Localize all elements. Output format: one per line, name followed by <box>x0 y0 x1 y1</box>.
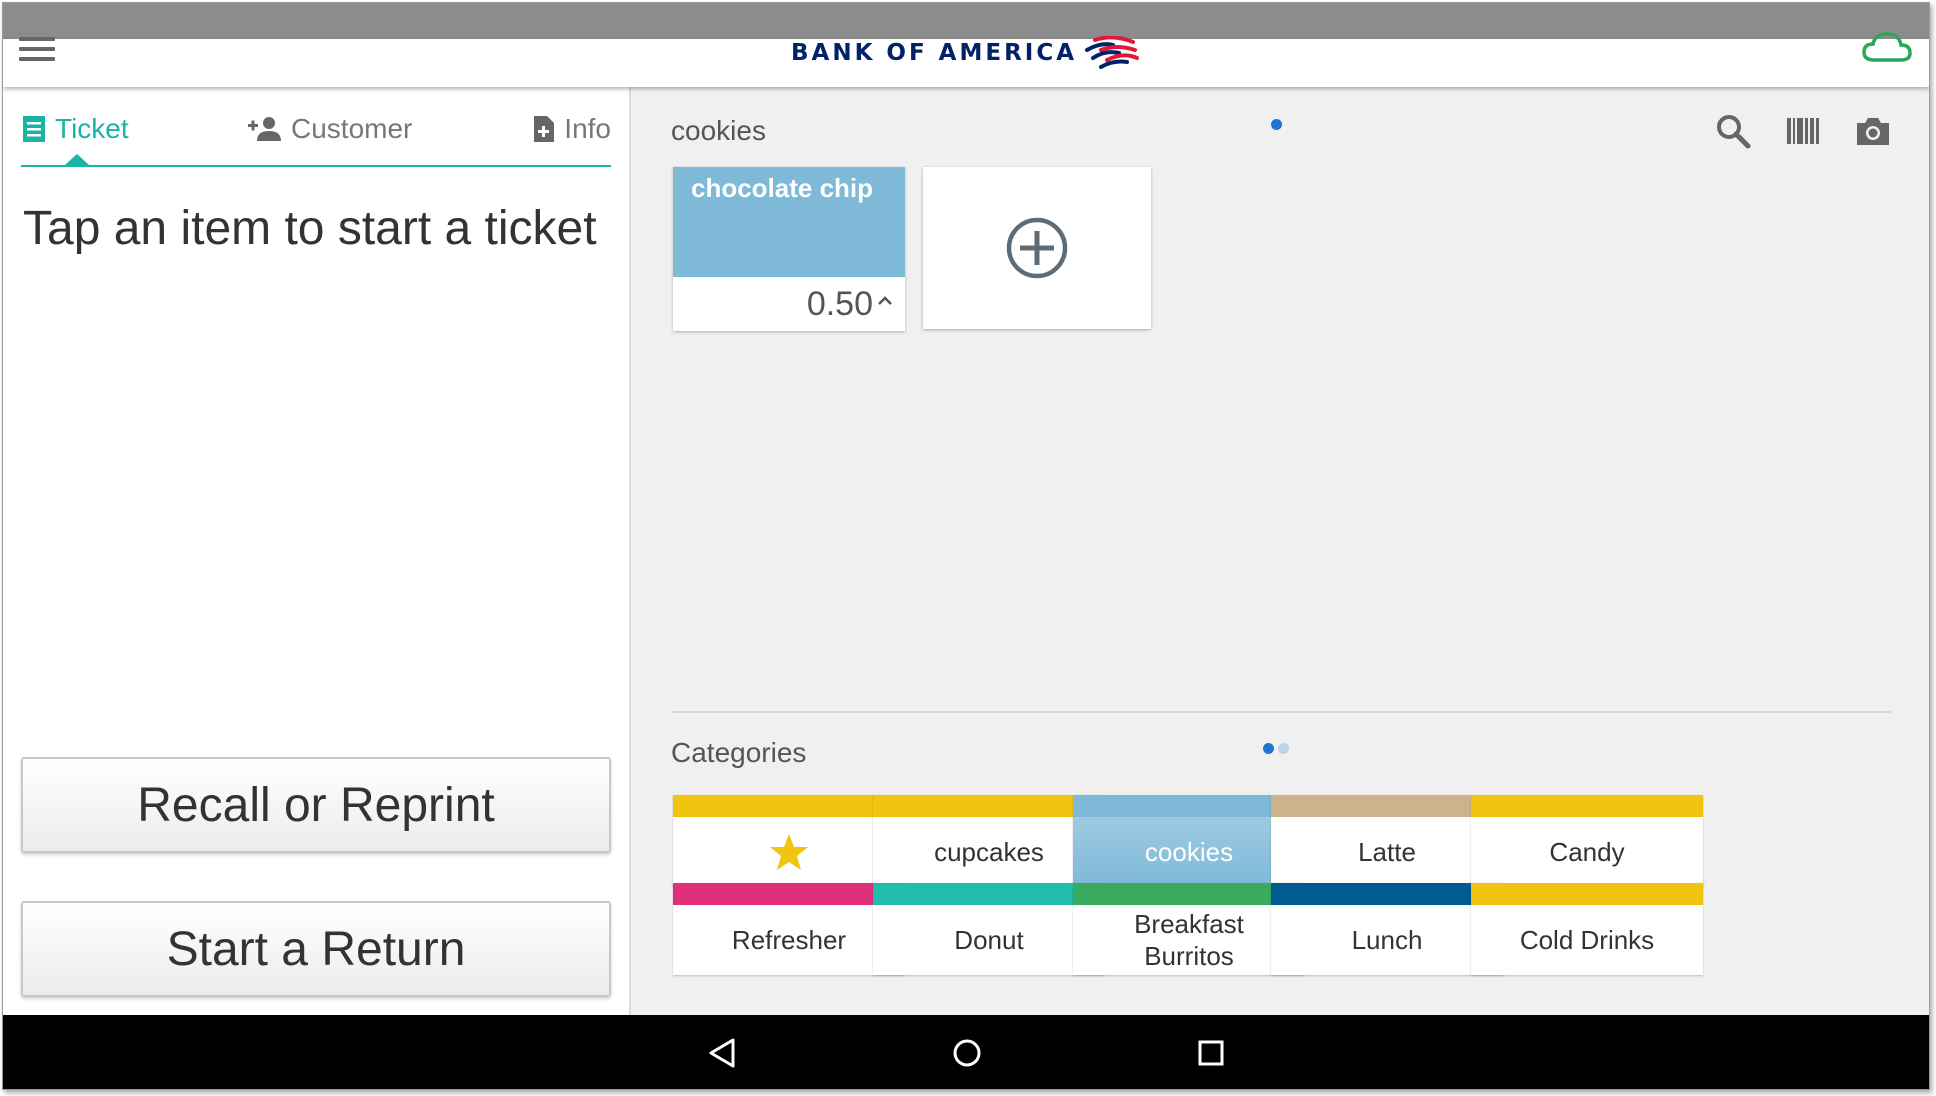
category-label: cupcakes <box>934 837 1044 867</box>
item-group-title: cookies <box>671 115 766 146</box>
tab-ticket-label: Ticket <box>55 113 129 144</box>
category-color-bar <box>1271 883 1503 905</box>
category-tile[interactable]: Candy <box>1471 795 1703 887</box>
tab-customer-label: Customer <box>291 113 413 144</box>
bank-logo: BANK OF AMERICA <box>791 33 1140 73</box>
section-divider <box>671 711 1891 713</box>
receipt-icon <box>21 114 47 144</box>
ticket-panel: Ticket Customer Info Tap an item to star… <box>3 87 631 1015</box>
item-price: 0.50 <box>806 284 873 323</box>
device-screen: BANK OF AMERICA Ticket Customer Info Tap… <box>2 2 1930 1090</box>
category-label: Latte <box>1358 837 1416 867</box>
category-color-bar <box>1471 883 1703 905</box>
category-tile[interactable]: Refresher <box>673 883 905 975</box>
tab-info[interactable]: Info <box>532 107 611 151</box>
tab-customer[interactable]: Customer <box>247 107 412 151</box>
item-tile[interactable]: chocolate chip 0.50 <box>673 167 905 331</box>
page-dot-active <box>1271 119 1282 130</box>
category-color-bar <box>1471 795 1703 817</box>
category-color-bar <box>873 883 1105 905</box>
category-color-bar <box>873 795 1105 817</box>
star-icon <box>673 817 905 887</box>
cloud-sync-icon[interactable] <box>1861 27 1913 67</box>
item-name: chocolate chip <box>691 173 874 203</box>
category-tile[interactable]: Cold Drinks <box>1471 883 1703 975</box>
back-icon[interactable] <box>703 1033 743 1073</box>
note-add-icon <box>532 114 556 144</box>
search-icon[interactable] <box>1713 111 1753 151</box>
item-color-header: chocolate chip <box>673 167 905 277</box>
catalog-panel: cookies chocolate chip 0.50 Categories c… <box>633 87 1929 1015</box>
item-price-row: 0.50 <box>673 277 905 331</box>
bank-logo-text: BANK OF AMERICA <box>791 40 1078 66</box>
home-icon[interactable] <box>947 1033 987 1073</box>
category-tile[interactable]: Donut <box>873 883 1105 975</box>
page-dot-active <box>1263 743 1274 754</box>
categories-page-indicator <box>1263 743 1289 754</box>
categories-title: Categories <box>671 737 807 768</box>
android-nav-bar <box>3 1015 1929 1089</box>
category-color-bar <box>673 795 905 817</box>
category-label: Donut <box>954 925 1024 955</box>
category-label: Candy <box>1549 837 1625 867</box>
category-label: Cold Drinks <box>1519 925 1655 955</box>
category-color-bar <box>673 883 905 905</box>
tab-indicator <box>65 154 89 165</box>
start-return-button[interactable]: Start a Return <box>21 901 611 997</box>
category-label: Refresher <box>731 925 847 955</box>
category-tile[interactable]: Lunch <box>1271 883 1503 975</box>
person-add-icon <box>247 115 283 143</box>
tab-ticket[interactable]: Ticket <box>21 107 129 151</box>
ticket-tabs: Ticket Customer Info <box>21 107 611 167</box>
recall-reprint-button[interactable]: Recall or Reprint <box>21 757 611 853</box>
category-color-bar <box>1271 795 1503 817</box>
ticket-empty-hint: Tap an item to start a ticket <box>23 202 597 255</box>
category-tile[interactable]: Latte <box>1271 795 1503 887</box>
category-tile[interactable] <box>673 795 905 887</box>
barcode-icon[interactable] <box>1783 111 1823 151</box>
add-item-button[interactable] <box>923 167 1151 329</box>
category-label: Lunch <box>1351 925 1423 955</box>
camera-icon[interactable] <box>1853 111 1893 151</box>
app-bar: BANK OF AMERICA <box>3 32 1929 87</box>
menu-icon[interactable] <box>17 31 57 71</box>
tab-info-label: Info <box>564 113 611 144</box>
items-page-indicator <box>1271 119 1282 130</box>
page-dot-inactive <box>1278 743 1289 754</box>
recent-apps-icon[interactable] <box>1191 1033 1231 1073</box>
chevron-up-icon <box>878 296 892 305</box>
bank-flag-icon <box>1085 36 1140 69</box>
add-circle-icon <box>1006 217 1068 279</box>
category-tile[interactable]: cupcakes <box>873 795 1105 887</box>
